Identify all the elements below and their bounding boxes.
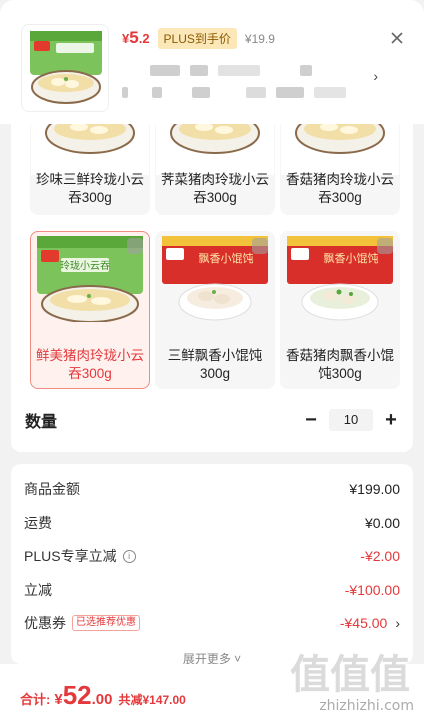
obscured-text-line-2 <box>122 86 346 98</box>
package-text: 飘香小馄饨 <box>199 252 254 265</box>
instant-discount-label: 立减 <box>24 582 52 598</box>
option-image <box>156 124 274 175</box>
option-label: 鲜美猪肉玲珑小云吞300g <box>36 348 144 381</box>
close-icon[interactable] <box>389 30 405 46</box>
total-decimal: .00 <box>91 691 113 708</box>
product-price: ¥5.2 <box>122 28 150 48</box>
product-thumbnail <box>21 24 109 112</box>
price-decimal: .2 <box>138 31 150 46</box>
watermark-text: 值值值 <box>290 652 410 698</box>
price-integer: 5 <box>129 28 139 47</box>
total-price: 合计: ¥ 52 .00 共减¥147.00 <box>20 680 186 711</box>
instant-discount-value: -¥100.00 <box>344 582 400 598</box>
option-label: 香菇猪肉玲珑小云吞300g <box>286 172 394 205</box>
chevron-right-icon[interactable]: › <box>373 68 378 84</box>
zoom-icon[interactable] <box>127 238 143 254</box>
plus-discount-row: PLUS专享立减 i -¥2.00 <box>24 545 400 567</box>
option-card[interactable]: 珍味三鲜玲珑小云吞300g <box>30 124 150 215</box>
plus-discount-label: PLUS专享立减 <box>24 548 117 564</box>
goods-amount-label: 商品金额 <box>24 481 80 497</box>
plus-price-tag: PLUS到手价 <box>157 28 237 49</box>
option-label: 荠菜猪肉玲珑小云吞300g <box>161 172 269 205</box>
option-image <box>281 124 399 175</box>
product-header: ¥5.2 PLUS到手价 ¥19.9 › <box>0 0 424 124</box>
quantity-input[interactable]: 10 <box>329 409 373 431</box>
option-card-selected[interactable]: 玲珑小云吞 鲜美猪肉玲珑小云吞300g <box>30 231 150 389</box>
expand-more-label: 展开更多 <box>182 652 231 664</box>
option-label: 珍味三鲜玲珑小云吞300g <box>36 172 144 205</box>
coupon-row[interactable]: 优惠券 已选推荐优惠 -¥45.00 › <box>24 612 400 634</box>
package-text: 飘香小馄饨 <box>324 252 379 265</box>
decrease-button[interactable]: − <box>303 410 319 430</box>
coupon-recommend-tag: 已选推荐优惠 <box>72 615 140 631</box>
option-card[interactable]: 飘香小馄饨 香菇猪肉飘香小馄饨300g <box>280 231 400 389</box>
obscured-text-line-1 <box>122 64 312 76</box>
zoom-icon[interactable] <box>252 238 268 254</box>
quantity-row: 数量 − 10 + <box>25 408 399 432</box>
goods-amount-value: ¥199.00 <box>349 481 400 497</box>
increase-button[interactable]: + <box>383 410 399 430</box>
option-card[interactable]: 飘香小馄饨 三鲜飘香小馄饨300g <box>155 231 275 389</box>
plus-discount-value: -¥2.00 <box>360 548 400 564</box>
option-card[interactable]: 香菇猪肉玲珑小云吞300g <box>280 124 400 215</box>
chevron-down-icon: ˅ <box>234 652 242 664</box>
option-label: 香菇猪肉飘香小馄饨300g <box>286 348 394 381</box>
quantity-label: 数量 <box>25 414 58 431</box>
shipping-value: ¥0.00 <box>364 515 400 531</box>
info-icon[interactable]: i <box>122 549 136 563</box>
original-price: ¥19.9 <box>244 32 275 46</box>
option-image <box>31 124 149 175</box>
shipping-row: 运费 ¥0.00 <box>24 512 400 534</box>
option-label: 三鲜飘香小馄饨300g <box>167 348 263 381</box>
zoom-icon[interactable] <box>377 238 393 254</box>
total-saved: 共减¥147.00 <box>118 693 186 707</box>
package-text: 玲珑小云吞 <box>60 260 110 272</box>
shipping-label: 运费 <box>24 515 52 531</box>
watermark-url: zhizhizhi.com <box>319 698 414 714</box>
coupon-label: 优惠券 <box>24 615 66 631</box>
goods-amount-row: 商品金额 ¥199.00 <box>24 478 400 500</box>
total-integer: 52 <box>62 680 92 710</box>
total-currency: ¥ <box>54 691 63 708</box>
spec-options-panel: 珍味三鲜玲珑小云吞300g 荠菜猪肉玲珑小云吞300g 香菇猪肉玲珑小云吞300… <box>11 124 413 452</box>
option-card[interactable]: 荠菜猪肉玲珑小云吞300g <box>155 124 275 215</box>
chevron-right-icon[interactable]: › <box>395 615 400 631</box>
price-breakdown: 商品金额 ¥199.00 运费 ¥0.00 PLUS专享立减 i -¥2.00 … <box>11 464 413 664</box>
product-image <box>22 25 108 111</box>
quantity-stepper: − 10 + <box>303 409 399 431</box>
instant-discount-row: 立减 -¥100.00 <box>24 579 400 601</box>
coupon-value: -¥45.00 <box>339 615 388 631</box>
total-label: 合计: <box>20 692 51 707</box>
